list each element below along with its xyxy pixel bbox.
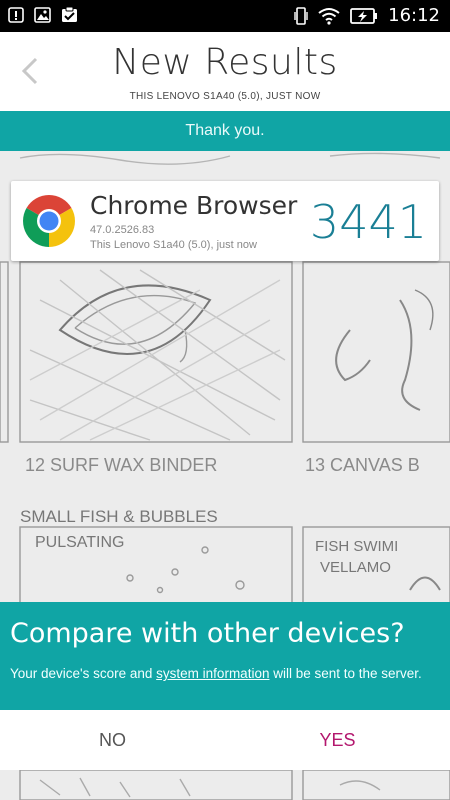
compare-dialog: Compare with other devices? Your device'… [0,602,450,710]
sketch-panel-right-title: FISH SWIMI [315,538,398,555]
yes-button[interactable]: YES [225,710,450,770]
vibrate-icon [294,7,308,25]
wifi-icon [318,8,340,25]
browser-version: 47.0.2526.83 [90,224,155,236]
battery-charging-icon [350,8,378,24]
sketch-panel-left-title: SMALL FISH & BUBBLES [20,507,218,526]
clipboard-check-icon [62,6,77,22]
benchmark-score: 3441 [309,195,427,249]
dialog-text-after: will be sent to the server. [269,666,422,681]
benchmark-name: Chrome Browser [90,191,298,220]
system-information-link[interactable]: system information [156,666,269,681]
image-icon [34,6,51,23]
sketch-caption-13: 13 CANVAS B [305,455,420,475]
dialog-text-before: Your device's score and [10,666,157,681]
status-bar: 16:12 [0,0,450,32]
page-title: New Results [112,42,338,83]
clock: 16:12 [388,5,440,26]
dialog-message: Your device's score and system informati… [10,665,440,682]
sketch-panel-right-sub: VELLAMO [320,559,391,576]
sketch-panel-left-sub: PULSATING [35,534,125,551]
alert-icon [8,6,24,23]
no-button[interactable]: NO [0,710,225,770]
dialog-title: Compare with other devices? [10,618,405,649]
status-bar-system: 16:12 [294,5,440,27]
thank-you-banner: Thank you. [0,111,450,151]
dialog-actions: NO YES [0,710,450,770]
page-subtitle: THIS LENOVO S1A40 (5.0), JUST NOW [129,91,321,102]
status-bar-notifications [8,6,78,23]
sketch-caption-12: 12 SURF WAX BINDER [25,455,217,475]
app-header: New Results THIS LENOVO S1A40 (5.0), JUS… [0,32,450,111]
chrome-logo-icon [23,195,75,247]
result-card[interactable]: Chrome Browser 47.0.2526.83 This Lenovo … [11,181,439,261]
device-info: This Lenovo S1a40 (5.0), just now [90,239,257,251]
